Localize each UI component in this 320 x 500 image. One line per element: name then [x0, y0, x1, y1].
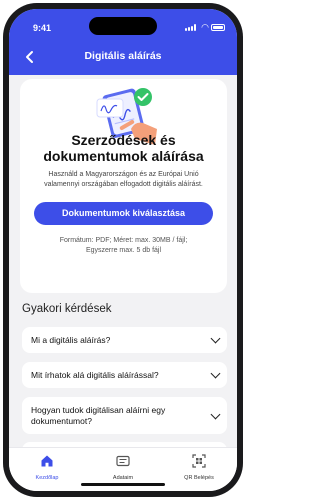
format-line-1: Formátum: PDF; Méret: max. 30MB / fájl; [59, 237, 188, 244]
qr-scan-icon [192, 454, 206, 468]
page-title: Digitális aláírás [84, 50, 162, 62]
faq-item[interactable]: Hogyan tudok digitálisan aláírni egy dok… [22, 397, 227, 434]
faq-question: Mi a digitális aláírás? [31, 334, 111, 345]
top-header: 9:41 ◠ Digitális aláírás [9, 9, 237, 75]
chevron-down-icon [210, 333, 221, 344]
status-time: 9:41 [33, 23, 52, 33]
status-bar: 9:41 ◠ [9, 9, 237, 45]
card-heading: Szerződések és dokumentumok aláírása [43, 132, 204, 164]
card-description: Használd a Magyarországon és az Európai … [44, 171, 203, 188]
tab-home[interactable]: Kezdőlap [9, 448, 85, 491]
home-icon [41, 455, 53, 467]
file-format-info: Formátum: PDF; Méret: max. 30MB / fájl; … [30, 236, 217, 256]
battery-icon [211, 24, 225, 31]
phone-device: 9:41 ◠ Digitális aláírás Szerződések és … [0, 0, 246, 500]
faq-item[interactable]: Mit írhatok alá digitális aláírással? [22, 362, 227, 388]
faq-item[interactable]: Mi a digitális aláírás? [22, 327, 227, 353]
app-screen: 9:41 ◠ Digitális aláírás Szerződések és … [9, 9, 237, 491]
faq-question: Mit írhatok alá digitális aláírással? [31, 369, 159, 380]
tab-label: Adataim [112, 475, 134, 481]
tab-label: Kezdőlap [35, 475, 59, 481]
format-line-2: Egyszerre max. 5 db fájl [85, 247, 162, 254]
chevron-down-icon [210, 409, 221, 419]
tab-qr-login[interactable]: QR Belépés [161, 448, 237, 491]
back-button[interactable] [21, 48, 39, 66]
chevron-down-icon [210, 368, 221, 379]
signing-card: Szerződések és dokumentumok aláírása Has… [20, 79, 227, 293]
signal-icon [185, 24, 197, 31]
dynamic-island [89, 17, 157, 35]
home-indicator [81, 483, 165, 486]
faq-question: Hogyan tudok digitálisan aláírni egy dok… [31, 404, 166, 426]
chevron-left-icon [26, 51, 33, 63]
faq-title: Gyakori kérdések [22, 303, 112, 315]
tab-label: QR Belépés [184, 475, 214, 481]
id-card-icon [116, 455, 130, 467]
select-documents-button[interactable]: Dokumentumok kiválasztása [34, 202, 213, 225]
wifi-icon: ◠ [201, 22, 209, 32]
